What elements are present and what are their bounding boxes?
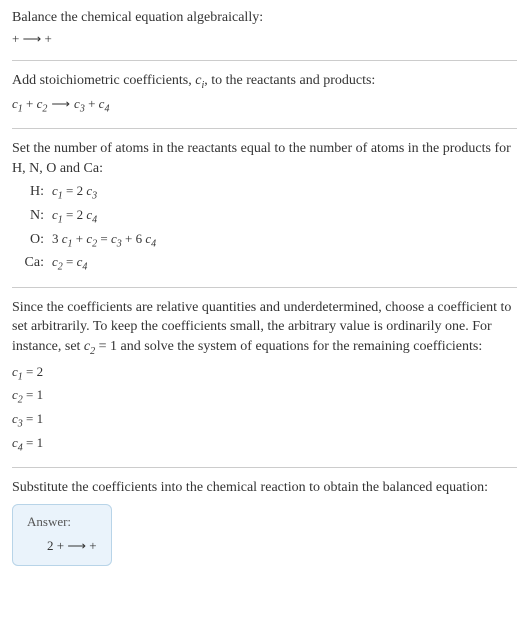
unbalanced-equation: + ⟶ + — [12, 30, 517, 48]
atom-row-n: N: c1 = 2 c4 — [16, 206, 517, 228]
answer-label: Answer: — [27, 513, 97, 531]
divider — [12, 467, 517, 468]
intro-text-5: Substitute the coefficients into the che… — [12, 478, 517, 498]
section-solve: Since the coefficients are relative quan… — [12, 298, 517, 455]
intro-text-4: Since the coefficients are relative quan… — [12, 298, 517, 359]
result-c2: c2 = 1 — [12, 386, 517, 408]
divider — [12, 60, 517, 61]
section-add-coefficients: Add stoichiometric coefficients, ci, to … — [12, 71, 517, 116]
balanced-equation: 2 + ⟶ + — [27, 537, 97, 555]
result-c4: c4 = 1 — [12, 434, 517, 456]
coefficient-results: c1 = 2 c2 = 1 c3 = 1 c4 = 1 — [12, 363, 517, 455]
section-atom-equations: Set the number of atoms in the reactants… — [12, 139, 517, 275]
coefficient-equation: c1 + c2 ⟶ c3 + c4 — [12, 95, 517, 117]
divider — [12, 128, 517, 129]
atom-row-h: H: c1 = 2 c3 — [16, 182, 517, 204]
section-balance-intro: Balance the chemical equation algebraica… — [12, 8, 517, 48]
intro-text-1: Balance the chemical equation algebraica… — [12, 8, 517, 28]
result-c1: c1 = 2 — [12, 363, 517, 385]
divider — [12, 287, 517, 288]
answer-box: Answer: 2 + ⟶ + — [12, 504, 112, 566]
intro-text-3: Set the number of atoms in the reactants… — [12, 139, 517, 178]
result-c3: c3 = 1 — [12, 410, 517, 432]
section-substitute: Substitute the coefficients into the che… — [12, 478, 517, 566]
atom-row-ca: Ca: c2 = c4 — [16, 253, 517, 275]
atom-row-o: O: 3 c1 + c2 = c3 + 6 c4 — [16, 230, 517, 252]
atom-equation-table: H: c1 = 2 c3 N: c1 = 2 c4 O: 3 c1 + c2 =… — [16, 182, 517, 274]
intro-text-2: Add stoichiometric coefficients, ci, to … — [12, 71, 517, 93]
